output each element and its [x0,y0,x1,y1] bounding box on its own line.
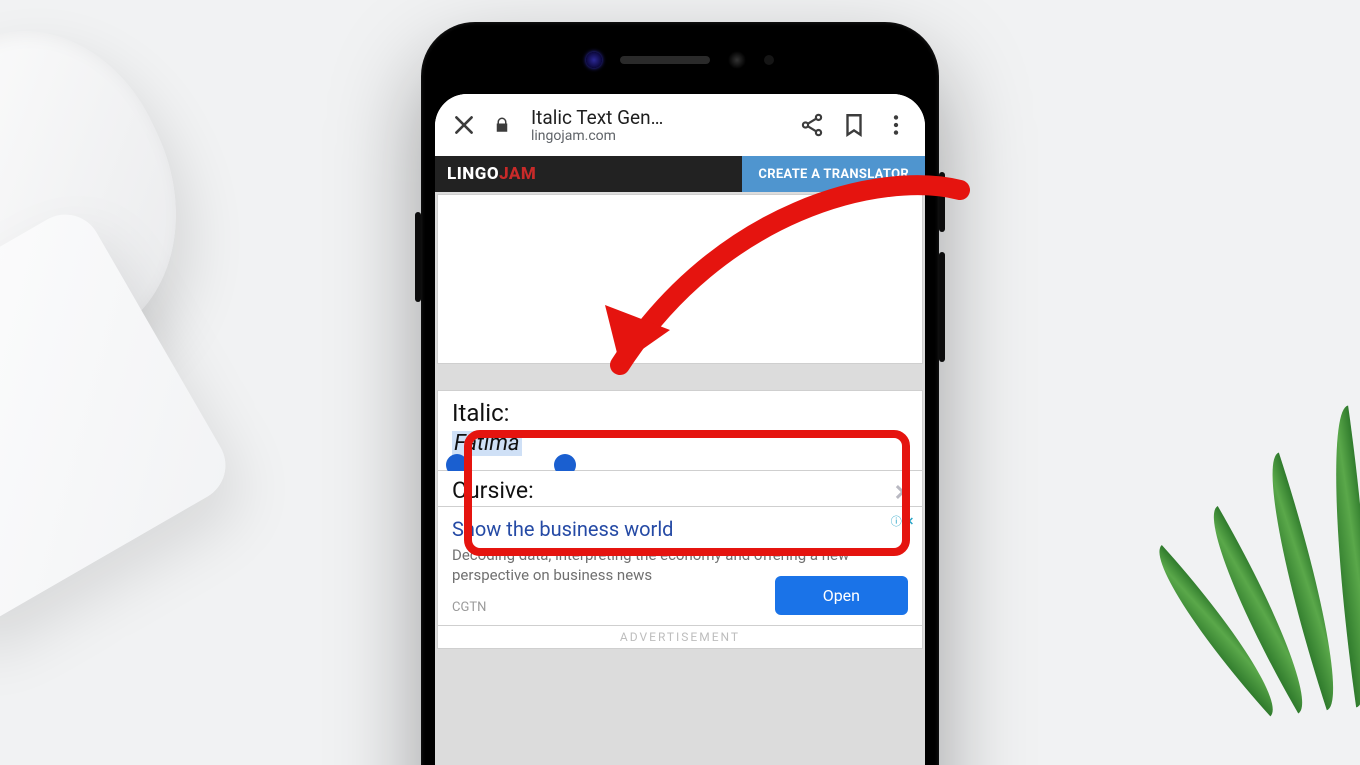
phone-screen: Italic Text Gen… lingojam.com LINGOJAM C… [435,94,925,765]
logo-text-a: LINGO [447,164,499,184]
logo-text-b: JAM [499,164,536,184]
lock-icon [493,116,511,134]
desk-plant-prop [1240,285,1360,705]
bookmark-icon[interactable] [841,112,867,138]
ad-dismiss-icon[interactable]: ✕ [894,481,912,506]
ad-open-button[interactable]: Open [775,576,908,615]
share-icon[interactable] [799,112,825,138]
phone-device: Italic Text Gen… lingojam.com LINGOJAM C… [421,22,939,765]
lingojam-logo[interactable]: LINGOJAM [435,156,548,192]
browser-toolbar: Italic Text Gen… lingojam.com [435,94,925,156]
create-translator-button[interactable]: CREATE A TRANSLATOR [742,156,925,192]
italic-label: Italic: [452,399,908,427]
ad-close-icon[interactable]: ✕ [905,515,914,528]
source-text-input[interactable] [437,194,923,364]
italic-value: Fatima [452,431,522,456]
proximity-sensor-icon [764,55,774,65]
earpiece-speaker [620,56,710,64]
ad-badge[interactable]: ⓘ ✕ [891,513,914,529]
page-title: Italic Text Gen… [531,106,783,129]
more-menu-icon[interactable] [883,112,909,138]
front-camera-icon [728,51,746,69]
page-title-block[interactable]: Italic Text Gen… lingojam.com [531,106,783,144]
site-header: LINGOJAM CREATE A TRANSLATOR [435,156,925,192]
iris-scanner-icon [586,52,602,68]
close-icon[interactable] [451,112,477,138]
cursive-label: Cursive: [452,477,908,504]
advertisement-divider: ADVERTISEMENT [437,626,923,649]
page-url: lingojam.com [531,129,783,144]
cursive-result-box[interactable]: Cursive: ✕ [437,471,923,507]
italic-result-box[interactable]: Italic: Fatima [437,390,923,471]
ad-headline: Show the business world [452,517,908,541]
advertisement[interactable]: ⓘ ✕ Show the business world Decoding dat… [437,507,923,626]
page-content: Italic: Fatima Cursive: ✕ ⓘ ✕ Show the b… [435,192,925,765]
ad-info-icon[interactable]: ⓘ [891,513,902,529]
